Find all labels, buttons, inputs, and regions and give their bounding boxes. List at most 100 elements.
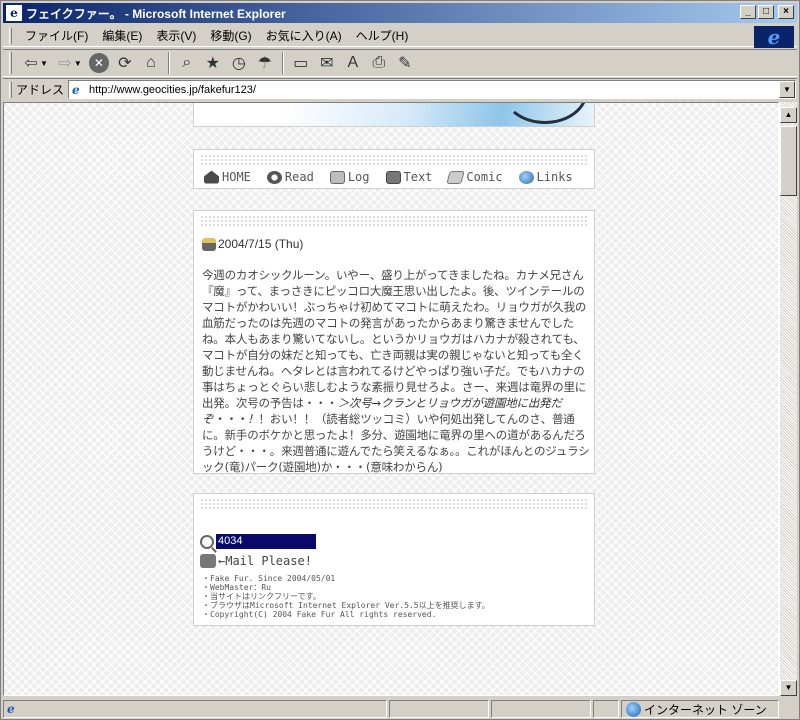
address-label: アドレス [16,83,65,97]
nav-links[interactable]: Links [518,170,573,184]
font-icon[interactable]: A [340,51,366,75]
status-pane [593,700,619,718]
print-icon[interactable]: ⎙ [366,51,392,75]
minimize-button[interactable]: _ [740,5,756,19]
nav-comic-label: Comic [466,170,503,184]
favorites-icon[interactable]: ★ [200,51,226,75]
home-icon[interactable]: ⌂ [138,51,164,75]
comic-icon [446,170,466,184]
search-icon[interactable]: ⌕ [174,51,200,75]
hit-counter: 4034 [216,534,316,549]
nav-read-label: Read [284,170,314,184]
address-dropdown-icon[interactable]: ▼ [779,81,796,98]
nav-text[interactable]: Text [385,170,433,184]
stop-icon[interactable]: ✕ [88,53,109,73]
toolbar-grip[interactable] [9,52,12,74]
entry-date-text: 2004/7/15 (Thu) [218,237,304,251]
nav-links-label: Links [536,170,573,184]
text-icon [385,170,401,184]
ie-logo-icon: e [754,26,794,48]
dot-pattern [200,215,588,227]
standard-toolbar: ⇦ ▼ ⇨ ▼ ✕ ⟳ ⌂ ⌕ ★ ◷ ☂ ▭ ✉ A ⎙ ✎ [3,49,797,77]
mail-link-text[interactable]: ←Mail Please! [218,554,312,568]
toolbar-separator [167,52,170,74]
scroll-down-icon[interactable]: ▼ [780,680,797,696]
menu-file[interactable]: ファイル(F) [18,27,95,44]
close-button[interactable]: × [778,5,794,19]
status-pane [491,700,591,718]
magnifier-icon [200,534,214,549]
status-main: e [3,700,387,718]
dot-pattern [200,154,588,166]
note-line: ・ブラウザはMicrosoft Internet Explorer Ver.5.… [202,601,490,610]
site-notes: ・Fake Fur. Since 2004/05/01 ・WebMaster：R… [202,574,490,619]
title-bar[interactable]: e フェイクファー。 - Microsoft Internet Explorer… [3,3,797,23]
nav-home-label: HOME [222,170,251,184]
page-content[interactable]: HOME Read Log Text Comic Links 2004/7/15… [3,102,779,696]
menu-help[interactable]: ヘルプ(H) [349,27,416,44]
menu-view[interactable]: 表示(V) [149,27,203,44]
mail-link[interactable]: ←Mail Please! [200,554,312,568]
globe-icon [518,170,534,184]
nav-log-label: Log [347,170,370,184]
channels-icon[interactable]: ☂ [252,51,278,75]
nav-menu: HOME Read Log Text Comic Links [204,170,589,184]
done-page-icon: e [7,702,15,716]
banner-image [284,103,594,126]
ie-page-icon: e [6,5,22,21]
entry-body-part-2: ！おい！！（読者総ツッコミ）いや何処出発してんのさ、普通に。新手のボケかと思った… [202,412,590,474]
calendar-icon [202,237,216,251]
window-title: フェイクファー。 - Microsoft Internet Explorer [26,6,286,21]
note-line: ・Fake Fur. Since 2004/05/01 [202,574,336,583]
nav-home[interactable]: HOME [204,170,251,184]
note-line: ・WebMaster：Ru [202,583,271,592]
menu-grip[interactable] [9,27,12,44]
page-icon: e [72,82,80,97]
nav-panel: HOME Read Log Text Comic Links [193,149,595,189]
status-bar: e インターネット ゾーン [3,699,797,719]
note-line: ・Copyright(C) 2004 Fake Fur All rights r… [202,610,437,619]
refresh-icon[interactable]: ⟳ [112,51,138,75]
menu-edit[interactable]: 編集(E) [95,27,149,44]
nav-text-label: Text [403,170,433,184]
menu-go[interactable]: 移動(G) [203,27,258,44]
zone-text: インターネット ゾーン [644,702,767,717]
browser-window: e フェイクファー。 - Microsoft Internet Explorer… [0,0,800,720]
read-icon [266,170,282,184]
fullscreen-icon[interactable]: ▭ [288,51,314,75]
address-url[interactable]: http://www.geocities.jp/fakefur123/ [89,84,256,96]
entry-body: 今週のカオシックルーン。いやー、盛り上がってきましたね。カナメ兄さん『魔』って、… [202,267,590,475]
status-pane [389,700,489,718]
edit-icon[interactable]: ✎ [392,51,418,75]
forward-dropdown-icon[interactable]: ▼ [74,59,82,68]
banner-panel [193,103,595,127]
nav-log[interactable]: Log [329,170,370,184]
address-input[interactable]: e http://www.geocities.jp/fakefur123/ ▼ [68,80,797,99]
entry-date: 2004/7/15 (Thu) [202,237,303,251]
history-icon[interactable]: ◷ [226,51,252,75]
diary-entry: 2004/7/15 (Thu) 今週のカオシックルーン。いやー、盛り上がってきま… [193,210,595,474]
scroll-up-icon[interactable]: ▲ [780,107,797,123]
entry-body-part-1: 今週のカオシックルーン。いやー、盛り上がってきましたね。カナメ兄さん『魔』って、… [202,268,587,410]
dot-pattern [200,498,588,510]
house-icon [204,170,219,184]
menu-favorites[interactable]: お気に入り(A) [259,27,349,44]
menu-bar: ファイル(F) 編集(E) 表示(V) 移動(G) お気に入り(A) ヘルプ(H… [3,25,797,48]
mail-icon[interactable]: ✉ [314,51,340,75]
scroll-thumb[interactable] [780,126,797,196]
log-icon [329,170,345,184]
toolbar-separator [281,52,284,74]
address-grip[interactable] [9,81,12,98]
mail-icon [200,554,216,568]
note-line: ・当サイトはリンクフリーです。 [202,592,321,601]
back-dropdown-icon[interactable]: ▼ [40,59,48,68]
nav-read[interactable]: Read [266,170,314,184]
hit-counter-row: 4034 [200,534,316,549]
footer-panel: 4034 ←Mail Please! ・Fake Fur. Since 2004… [193,493,595,626]
vertical-scrollbar[interactable]: ▲ ▼ [779,102,797,696]
address-bar: アドレス e http://www.geocities.jp/fakefur12… [3,78,797,100]
nav-comic[interactable]: Comic [446,170,503,184]
security-zone: インターネット ゾーン [621,700,779,718]
maximize-button[interactable]: □ [758,5,774,19]
globe-icon [626,701,641,717]
